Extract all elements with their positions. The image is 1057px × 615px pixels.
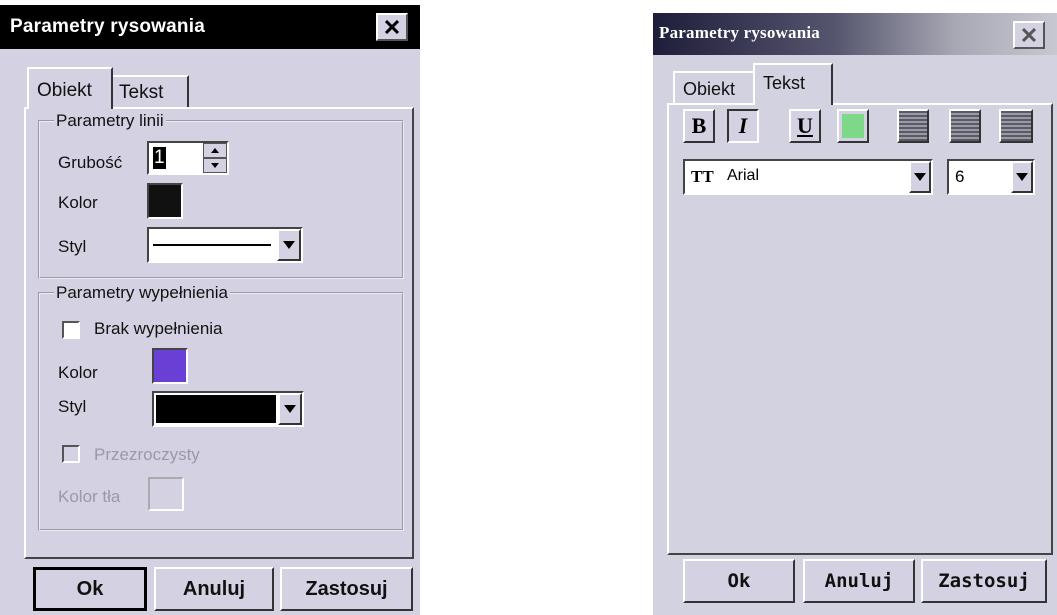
line-color-swatch[interactable] bbox=[147, 183, 183, 219]
title-bar: Parametry rysowania bbox=[653, 13, 1057, 55]
line-style-select[interactable] bbox=[147, 227, 303, 263]
close-button[interactable] bbox=[1013, 21, 1045, 49]
tab-obiekt[interactable]: Obiekt bbox=[27, 67, 113, 109]
tab-tekst[interactable]: Tekst bbox=[111, 75, 189, 109]
bg-color-swatch[interactable] bbox=[148, 477, 184, 511]
line-style-preview bbox=[153, 244, 271, 246]
drawing-params-dialog-tekst: Parametry rysowania Obiekt Tekst B I U T… bbox=[653, 13, 1057, 615]
close-icon bbox=[1022, 28, 1036, 42]
spin-up-button[interactable] bbox=[203, 143, 227, 158]
cancel-button[interactable]: Anuluj bbox=[803, 559, 915, 603]
ok-button[interactable]: Ok bbox=[683, 559, 795, 603]
fill-style-dropdown-button[interactable] bbox=[278, 393, 302, 425]
underline-button[interactable]: U bbox=[789, 109, 821, 143]
font-size-select[interactable]: 6 bbox=[947, 159, 1035, 195]
align-left-button[interactable] bbox=[897, 109, 929, 143]
thickness-spinner[interactable]: 1 bbox=[147, 141, 229, 175]
tab-obiekt-label: Obiekt bbox=[683, 79, 736, 99]
line-style-label: Styl bbox=[58, 237, 87, 256]
tab-tekst-label: Tekst bbox=[763, 73, 806, 93]
apply-button[interactable]: Zastosuj bbox=[280, 567, 413, 611]
cancel-button[interactable]: Anuluj bbox=[154, 567, 274, 611]
dialog-title: Parametry rysowania bbox=[10, 16, 205, 37]
bg-color-label: Kolor tła bbox=[58, 487, 121, 506]
fill-color-label: Kolor bbox=[58, 363, 98, 382]
font-size-dropdown-button[interactable] bbox=[1011, 161, 1033, 193]
no-fill-label: Brak wypełnienia bbox=[94, 319, 223, 338]
dropdown-arrow-icon bbox=[1016, 173, 1028, 181]
title-bar: Parametry rysowania bbox=[0, 5, 420, 49]
transparent-checkbox[interactable] bbox=[62, 445, 80, 463]
fill-style-preview bbox=[156, 395, 276, 423]
line-color-label: Kolor bbox=[58, 193, 98, 212]
transparent-label: Przezroczysty bbox=[94, 445, 200, 464]
tab-tekst-label: Tekst bbox=[119, 82, 164, 103]
align-right-button[interactable] bbox=[999, 109, 1033, 143]
close-icon bbox=[385, 20, 399, 34]
close-button[interactable] bbox=[376, 13, 408, 41]
font-type-icon: TT bbox=[691, 167, 714, 186]
no-fill-checkbox[interactable] bbox=[62, 321, 80, 339]
align-center-button[interactable] bbox=[949, 109, 981, 143]
font-dropdown-button[interactable] bbox=[909, 161, 931, 193]
ok-button[interactable]: Ok bbox=[33, 567, 147, 611]
fill-color-swatch[interactable] bbox=[152, 348, 188, 384]
spin-down-button[interactable] bbox=[203, 158, 227, 173]
font-value: Arial bbox=[727, 167, 760, 184]
text-color-button[interactable] bbox=[837, 109, 869, 143]
dropdown-arrow-icon bbox=[284, 405, 296, 413]
thickness-value: 1 bbox=[153, 147, 166, 169]
line-params-legend: Parametry linii bbox=[56, 111, 164, 130]
text-color-swatch bbox=[842, 114, 864, 138]
dropdown-arrow-icon bbox=[914, 173, 926, 181]
font-size-value: 6 bbox=[955, 167, 965, 186]
thickness-label: Grubość bbox=[58, 153, 123, 172]
spin-down-icon bbox=[211, 163, 219, 168]
spin-up-icon bbox=[211, 148, 219, 153]
tab-obiekt[interactable]: Obiekt bbox=[673, 71, 755, 105]
fill-params-legend: Parametry wypełnienia bbox=[56, 283, 228, 302]
bold-button[interactable]: B bbox=[683, 109, 715, 143]
line-style-dropdown-button[interactable] bbox=[277, 229, 301, 261]
fill-style-label: Styl bbox=[58, 397, 87, 416]
dialog-title: Parametry rysowania bbox=[659, 23, 821, 42]
italic-button[interactable]: I bbox=[727, 109, 759, 143]
font-select[interactable]: TT Arial bbox=[683, 159, 933, 195]
fill-style-select[interactable] bbox=[152, 391, 304, 427]
drawing-params-dialog-obiekt: Parametry rysowania Obiekt Tekst Paramet… bbox=[0, 5, 420, 615]
tab-tekst[interactable]: Tekst bbox=[753, 63, 833, 105]
dropdown-arrow-icon bbox=[283, 241, 295, 249]
tab-obiekt-label: Obiekt bbox=[37, 80, 92, 101]
apply-button[interactable]: Zastosuj bbox=[921, 559, 1047, 603]
